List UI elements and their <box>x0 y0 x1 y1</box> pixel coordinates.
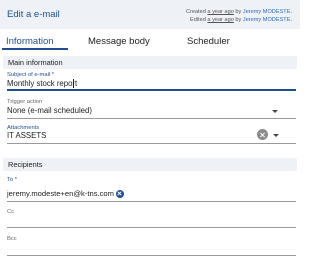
section-main-information: Main information <box>3 56 297 69</box>
section-title: Recipients <box>8 160 43 169</box>
subject-input[interactable]: Monthly stock report <box>7 79 77 88</box>
edited-info: Edited a year ago by Jeremy MODESTE. <box>190 17 292 23</box>
clear-icon[interactable] <box>257 129 268 140</box>
recipient-chip: jeremy.modeste+en@k-tns.com <box>7 188 124 199</box>
dialog-header: Edit a e-mail Created a year ago by Jere… <box>0 0 300 29</box>
chip-remove-icon[interactable] <box>115 189 124 198</box>
cc-underline <box>7 227 296 228</box>
edited-author-link[interactable]: Jeremy MODESTE. <box>243 17 292 23</box>
tab-scheduler[interactable]: Scheduler <box>187 36 230 47</box>
edited-prefix: Edited <box>189 17 206 23</box>
active-tab-indicator <box>2 48 68 50</box>
bcc-input[interactable] <box>7 243 296 252</box>
created-info: Created a year ago by Jeremy MODESTE. <box>186 9 292 15</box>
page-title: Edit a e-mail <box>7 9 60 20</box>
subject-underline <box>7 89 296 91</box>
section-title: Main information <box>8 58 63 67</box>
chevron-down-icon[interactable] <box>273 134 279 137</box>
attachments-select[interactable]: IT ASSETS <box>7 131 46 140</box>
bcc-underline <box>7 255 296 256</box>
trigger-underline <box>7 118 296 119</box>
edited-by-word: by <box>235 17 242 23</box>
to-underline <box>7 201 296 202</box>
bcc-label: Bcc <box>7 236 17 242</box>
chevron-down-icon[interactable] <box>272 110 278 113</box>
created-ago: a year ago <box>207 9 234 15</box>
created-prefix: Created <box>185 9 206 15</box>
attachments-underline <box>7 143 296 144</box>
tab-information[interactable]: Information <box>6 36 54 47</box>
created-by-word: by <box>235 9 242 15</box>
trigger-label: Trigger action <box>7 99 43 105</box>
created-author-link[interactable]: Jeremy MODESTE. <box>243 9 292 15</box>
trigger-select[interactable]: None (e-mail scheduled) <box>7 106 92 115</box>
cc-input[interactable] <box>7 215 296 224</box>
tab-message-body[interactable]: Message body <box>88 36 150 47</box>
recipient-chip-text: jeremy.modeste+en@k-tns.com <box>7 189 114 198</box>
edited-ago: a year ago <box>207 17 234 23</box>
subject-label: Subject of e-mail * <box>7 72 55 78</box>
to-label: To * <box>7 177 17 183</box>
text-cursor <box>73 79 74 88</box>
section-recipients: Recipients <box>3 158 297 171</box>
